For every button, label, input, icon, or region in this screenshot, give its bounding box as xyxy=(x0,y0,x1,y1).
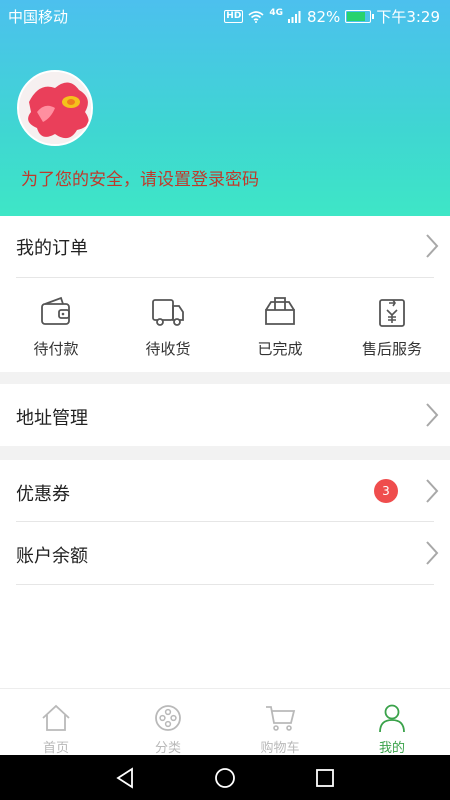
tab-cart[interactable]: 购物车 xyxy=(224,689,336,756)
coupon-row[interactable]: 优惠券 3 xyxy=(0,460,450,522)
tab-category-label: 分类 xyxy=(154,741,181,756)
signal-icon xyxy=(287,10,301,23)
chevron-right-icon xyxy=(426,541,439,565)
carrier-label: 中国移动 xyxy=(8,8,69,26)
profile-header: 中国移动 HD 4G 82% 下午3:29 为了您的安全，请设置登录密码 xyxy=(0,0,450,216)
cart-icon xyxy=(266,706,296,731)
order-pending-payment[interactable]: 待付款 xyxy=(0,296,112,359)
order-pending-receipt-label: 待收货 xyxy=(145,340,191,358)
section-gap xyxy=(0,446,450,460)
order-status-bar: 待付款 待收货 已完成 售后服务 xyxy=(0,278,450,372)
tab-category[interactable]: 分类 xyxy=(112,689,224,756)
truck-icon xyxy=(152,299,184,326)
wifi-icon xyxy=(248,10,264,23)
tab-home-label: 首页 xyxy=(42,741,69,756)
order-after-sales[interactable]: 售后服务 xyxy=(336,296,448,359)
avatar[interactable] xyxy=(17,70,93,146)
user-icon xyxy=(379,704,405,733)
coupon-count-badge: 3 xyxy=(374,479,398,503)
status-icons: HD 4G 82% 下午3:29 xyxy=(224,6,440,27)
set-password-notice[interactable]: 为了您的安全，请设置登录密码 xyxy=(21,165,259,190)
address-label: 地址管理 xyxy=(16,408,88,429)
clock: 下午3:29 xyxy=(376,8,440,26)
divider xyxy=(16,584,434,585)
tab-mine[interactable]: 我的 xyxy=(336,689,448,756)
home-circle-icon[interactable] xyxy=(213,766,237,790)
avatar-image xyxy=(19,72,91,144)
balance-label: 账户余额 xyxy=(16,546,88,567)
balance-row[interactable]: 账户余额 xyxy=(0,522,450,584)
tab-mine-label: 我的 xyxy=(378,741,405,756)
order-pending-receipt[interactable]: 待收货 xyxy=(112,296,224,359)
box-icon xyxy=(265,297,295,325)
bottom-tab-bar: 首页 分类 购物车 我的 xyxy=(0,688,450,756)
tab-cart-label: 购物车 xyxy=(260,741,300,756)
back-icon[interactable] xyxy=(113,766,137,790)
network-type: 4G xyxy=(269,7,283,18)
recents-icon[interactable] xyxy=(313,766,337,790)
order-after-sales-label: 售后服务 xyxy=(361,340,422,358)
system-nav-bar xyxy=(0,755,450,800)
chevron-right-icon xyxy=(426,234,439,258)
category-icon xyxy=(155,705,181,731)
order-completed[interactable]: 已完成 xyxy=(224,296,336,359)
chevron-right-icon xyxy=(426,479,439,503)
chevron-right-icon xyxy=(426,403,439,427)
section-gap xyxy=(0,372,450,384)
home-icon xyxy=(42,704,70,731)
battery-percent: 82% xyxy=(306,7,341,26)
order-pending-payment-label: 待付款 xyxy=(33,340,79,358)
hd-icon: HD xyxy=(224,10,244,23)
tab-home[interactable]: 首页 xyxy=(0,689,112,756)
address-row[interactable]: 地址管理 xyxy=(0,384,450,446)
order-completed-label: 已完成 xyxy=(257,340,303,358)
my-orders-row[interactable]: 我的订单 xyxy=(0,216,450,276)
wallet-icon xyxy=(41,296,70,325)
battery-icon xyxy=(345,10,375,23)
my-orders-label: 我的订单 xyxy=(16,238,88,259)
refund-icon xyxy=(379,299,405,327)
status-bar: 中国移动 HD 4G 82% 下午3:29 xyxy=(0,0,450,32)
coupon-label: 优惠券 xyxy=(16,484,70,505)
